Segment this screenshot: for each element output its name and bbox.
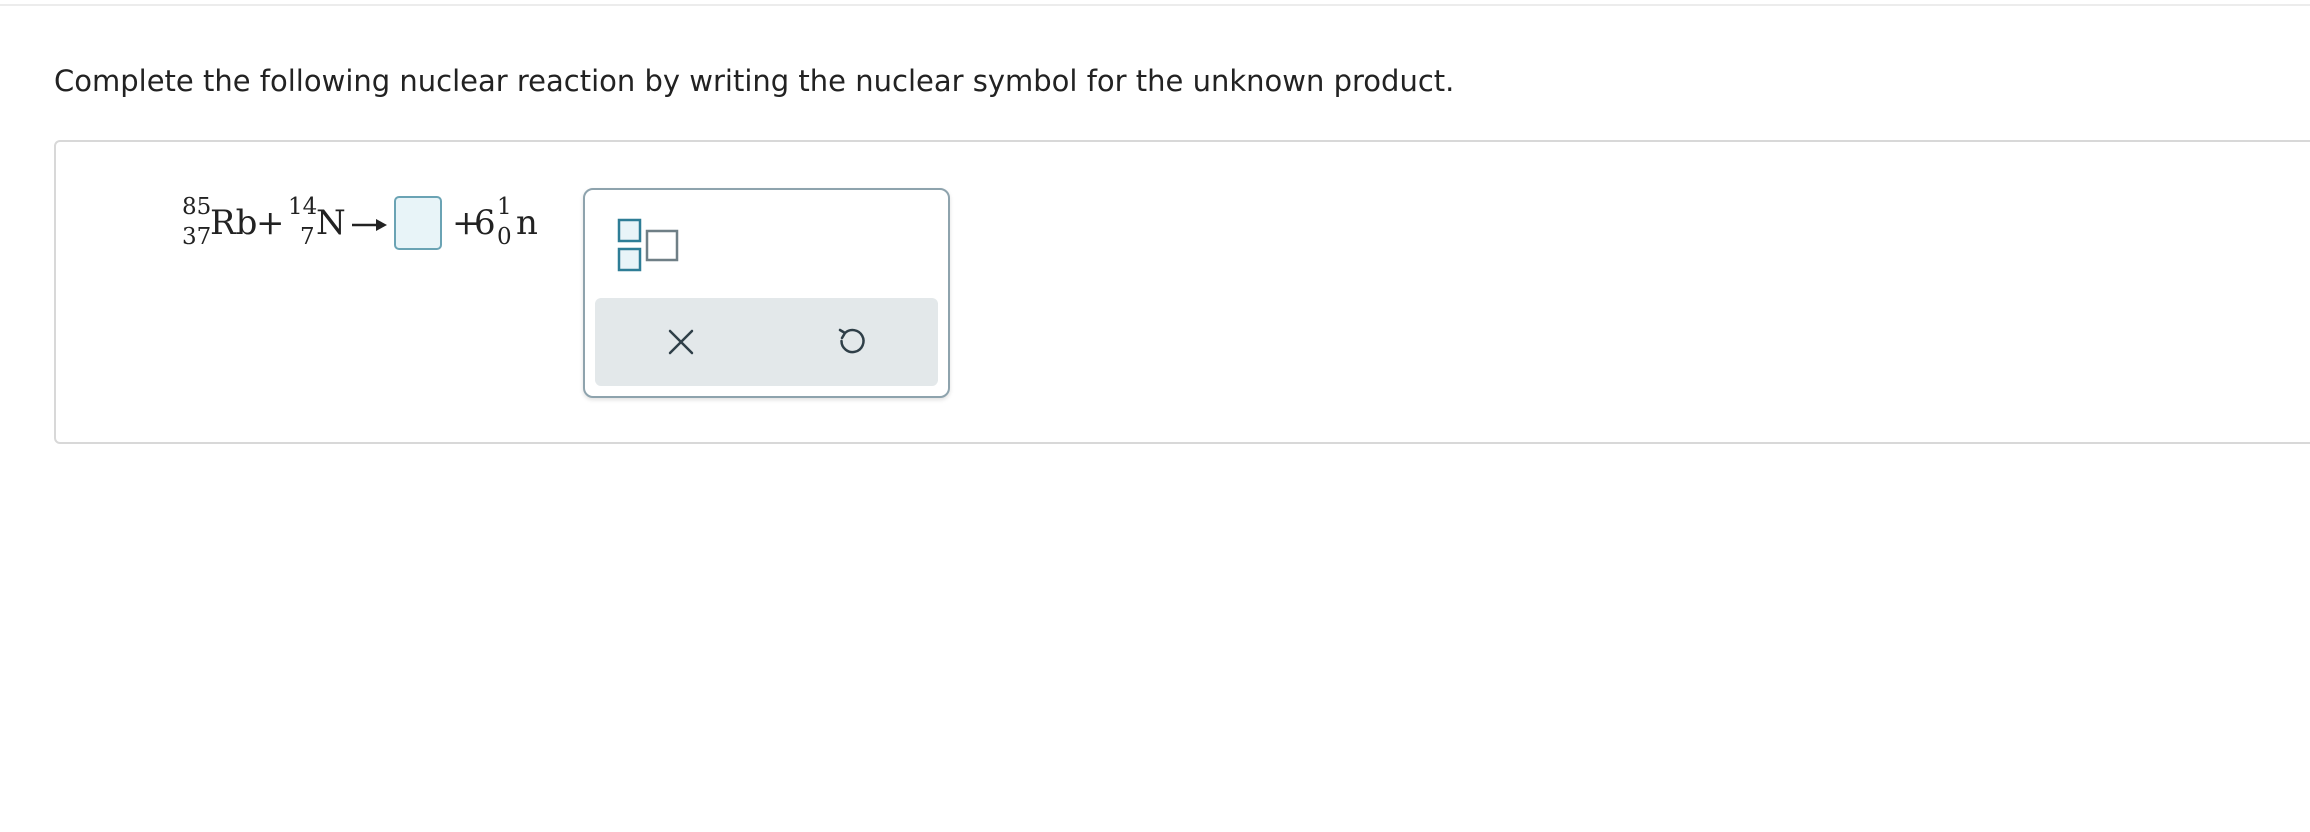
- n-mass-number: 14: [288, 194, 318, 220]
- rb-atomic-number: 37: [182, 224, 212, 250]
- unknown-product-input[interactable]: [394, 196, 442, 250]
- page: Complete the following nuclear reaction …: [0, 0, 2310, 832]
- rb-symbol: Rb: [210, 203, 258, 243]
- clear-button[interactable]: [621, 298, 741, 386]
- rb-mass-number: 85: [182, 194, 212, 220]
- plus-sign-1: +: [256, 203, 285, 243]
- superscript-subscript-template-button[interactable]: [617, 214, 683, 276]
- n-atomic-number: 7: [300, 224, 315, 250]
- reaction-arrow-icon: [352, 219, 387, 231]
- neutron-atomic-number: 0: [497, 224, 512, 250]
- n-symbol: N: [316, 203, 346, 243]
- superscript-subscript-template-icon: [617, 218, 679, 272]
- answer-panel: [54, 140, 2310, 444]
- neutron-symbol: n: [516, 203, 538, 243]
- undo-icon: [838, 328, 865, 354]
- math-palette: [583, 188, 950, 398]
- undo-button[interactable]: [791, 298, 911, 386]
- question-prompt: Complete the following nuclear reaction …: [54, 64, 1455, 98]
- neutron-mass-number: 1: [497, 194, 512, 220]
- top-divider: [0, 4, 2310, 6]
- neutron-coefficient: 6: [474, 203, 496, 243]
- close-icon: [668, 329, 694, 355]
- palette-actions: [595, 298, 938, 386]
